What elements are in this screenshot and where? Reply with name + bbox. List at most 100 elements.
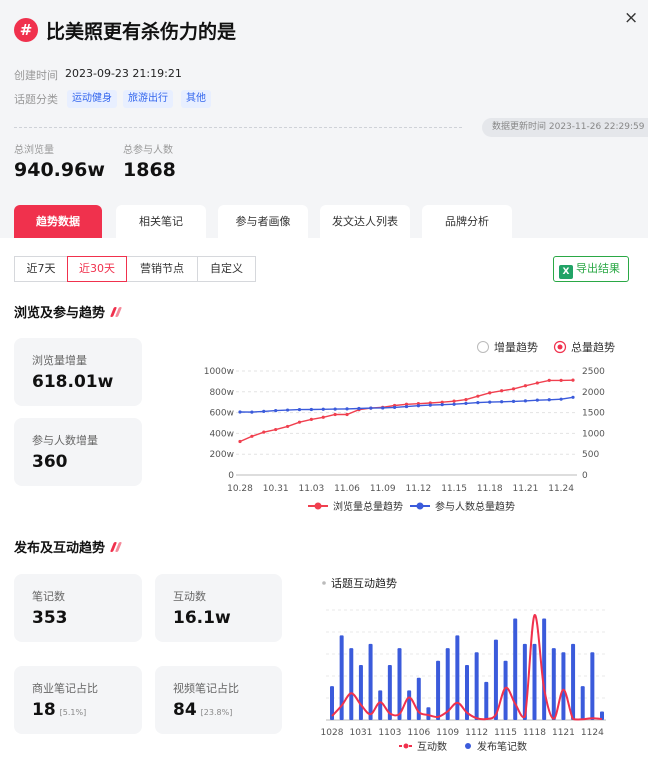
export-button[interactable]: X 导出结果 (553, 256, 629, 282)
category-label: 话题分类 (14, 93, 58, 106)
data-point (285, 424, 290, 429)
stat-card: 浏览量增量 618.01w (14, 338, 142, 406)
legend-label: 发布笔记数 (477, 740, 527, 753)
legend-marker-red (403, 743, 409, 749)
tab-brand-analysis[interactable]: 品牌分析 (422, 205, 512, 238)
card-value: 353 (32, 608, 68, 628)
y-right-tick-label: 0 (582, 471, 588, 481)
y-left-ticks: 0 200w 400w 600w 800w 1000w (204, 367, 235, 481)
chart-legend: 互动数 发布笔记数 (399, 740, 527, 753)
data-point (393, 405, 397, 409)
card-value-percent: [23.8%] (200, 708, 233, 717)
toggle-increment-label[interactable]: 增量趋势 (494, 340, 538, 354)
radio-dot (557, 344, 563, 350)
data-point (547, 378, 551, 382)
trend-toggle[interactable]: 增量趋势 总量趋势 (477, 340, 616, 354)
data-point (559, 397, 563, 401)
x-ticks: 10.28 10.31 11.03 11.06 11.09 11.12 11.15 11.18… (227, 484, 574, 494)
data-point (452, 402, 456, 406)
y-left-tick-label: 600w (209, 409, 234, 419)
views-participation-chart: 增量趋势 总量趋势 0 200w 400w 600w 800w 1000w 0 500 100… (204, 340, 616, 513)
bar (407, 690, 412, 720)
data-point (488, 391, 492, 395)
card-value: 618.01w (32, 372, 114, 392)
stat-card: 笔记数 353 (14, 574, 142, 642)
data-point (559, 378, 563, 382)
chart-legend: 浏览量总量趋势 参与人数总量趋势 (308, 500, 515, 513)
bar (484, 681, 489, 720)
category-tag[interactable]: 旅游出行 (123, 90, 173, 108)
category-tag[interactable]: 其他 (181, 90, 211, 108)
bar (571, 643, 576, 720)
bar (551, 648, 556, 720)
data-point (321, 407, 325, 411)
data-point (416, 404, 420, 408)
data-update-time: 数据更新时间 2023-11-26 22:29:59 (482, 118, 648, 137)
tab-trend-data[interactable]: 趋势数据 (14, 205, 102, 238)
range-30-days-button[interactable]: 近30天 (67, 256, 127, 282)
range-7-days-button[interactable]: 近7天 (14, 256, 68, 282)
card-label: 浏览量增量 (32, 354, 87, 367)
tab-creator-list[interactable]: 发文达人列表 (320, 205, 410, 238)
data-point (369, 406, 373, 410)
hashtag-icon: # (14, 18, 38, 42)
data-point (535, 381, 539, 385)
topic-title: 比美照更有杀伤力的是 (46, 21, 237, 43)
card-value: 360 (32, 452, 68, 472)
category-tag[interactable]: 运动健身 (67, 90, 117, 108)
stat-card: 视频笔记占比 84 [23.8%] (155, 666, 282, 734)
bar (474, 652, 479, 720)
data-point (476, 394, 480, 398)
x-ticks: 1028 1031 1103 1106 1109 1112 1115 1118 1121 1124 (321, 728, 605, 738)
card-label: 互动数 (173, 590, 206, 603)
y-right-ticks: 0 500 1000 1500 2000 2500 (582, 367, 605, 481)
radio-unselected-icon[interactable] (477, 341, 489, 353)
data-point (452, 399, 456, 403)
data-point (250, 434, 254, 438)
y-left-tick-label: 800w (209, 388, 234, 398)
series-line (239, 379, 574, 443)
toggle-total-label[interactable]: 总量趋势 (571, 340, 615, 354)
x-tick-label: 11.12 (406, 484, 432, 494)
x-tick-label: 1121 (552, 728, 575, 738)
card-value-percent: [5.1%] (59, 708, 87, 717)
total-participants-value: 1868 (123, 159, 176, 181)
data-point (333, 407, 337, 411)
data-point (547, 398, 551, 402)
chart-title: 话题互动趋势 (331, 577, 397, 590)
data-point (523, 384, 528, 388)
x-tick-label: 11.24 (548, 484, 574, 494)
data-point (500, 400, 504, 404)
tab-related-notes[interactable]: 相关笔记 (116, 205, 206, 238)
x-tick-label: 1115 (494, 728, 517, 738)
y-right-tick-label: 500 (582, 450, 599, 460)
bar (368, 643, 373, 720)
data-point (464, 401, 468, 405)
bar (397, 648, 402, 720)
data-point (297, 420, 302, 424)
created-time-value: 2023-09-23 21:19:21 (65, 67, 182, 80)
x-tick-label: 1103 (378, 728, 401, 738)
data-point (357, 406, 361, 411)
bar (378, 690, 383, 720)
close-icon[interactable]: × (624, 8, 638, 28)
y-left-tick-label: 1000w (204, 367, 234, 377)
card-label: 视频笔记占比 (173, 682, 239, 695)
data-point (535, 398, 539, 402)
tab-participant-profile[interactable]: 参与者画像 (218, 205, 308, 238)
range-custom-button[interactable]: 自定义 (197, 256, 256, 282)
data-point (309, 417, 313, 421)
x-tick-label: 1112 (465, 728, 488, 738)
range-marketing-button[interactable]: 营销节点 (126, 256, 198, 282)
bar (493, 639, 498, 720)
y-left-tick-label: 400w (209, 429, 234, 439)
card-label: 参与人数增量 (32, 434, 98, 447)
y-right-tick-label: 1000 (582, 429, 605, 439)
bar (561, 652, 566, 720)
divider (14, 127, 462, 128)
card-value-number: 84 (173, 700, 197, 720)
bar (436, 660, 441, 720)
data-point (274, 427, 278, 432)
card-value: 16.1w (173, 608, 231, 628)
x-tick-label: 1028 (321, 728, 344, 738)
